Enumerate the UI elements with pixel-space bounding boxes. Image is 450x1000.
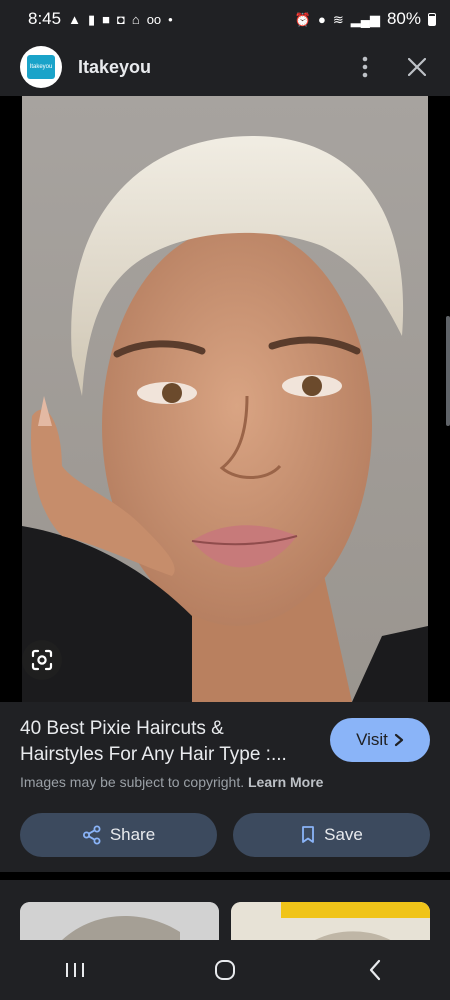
copyright-notice: Images may be subject to copyright. Lear…: [20, 774, 323, 790]
status-bar: 8:45 ▲ ▮ ■ ◘ ⌂ oo • ⏰ ● ≋ ▂▄▆ 80%: [0, 0, 450, 38]
site-logo[interactable]: Itakeyou: [20, 46, 62, 88]
save-button[interactable]: Save: [233, 813, 430, 857]
more-notifications-dot-icon: •: [168, 11, 173, 27]
site-logo-mark: Itakeyou: [27, 55, 55, 79]
related-image-photo: [20, 902, 219, 940]
share-button[interactable]: Share: [20, 813, 217, 857]
location-icon: ●: [317, 11, 326, 27]
save-button-label: Save: [324, 825, 363, 844]
related-image-photo: [231, 902, 430, 940]
source-header: Itakeyou Itakeyou: [0, 38, 450, 96]
google-lens-icon: [31, 649, 53, 671]
bookmark-icon: [302, 826, 315, 843]
more-options-button[interactable]: [350, 47, 380, 87]
home-notification-icon: ⌂: [131, 11, 140, 27]
wifi-icon: ≋: [332, 11, 344, 27]
result-title-line1: 40 Best Pixie Haircuts &: [20, 718, 224, 739]
result-title-line2: Hairstyles For Any Hair Type :...: [20, 744, 287, 765]
status-left: 8:45 ▲ ▮ ■ ◘ ⌂ oo •: [28, 9, 173, 29]
visit-button[interactable]: Visit: [330, 718, 430, 762]
battery-percent: 80%: [386, 9, 421, 28]
battery-icon: [428, 12, 436, 26]
share-button-label: Share: [109, 825, 156, 844]
visit-button-label: Visit: [356, 730, 388, 749]
signal-icon: ▂▄▆: [350, 11, 380, 27]
copyright-text: Images may be subject to copyright.: [20, 774, 245, 790]
related-images-row: [0, 880, 450, 940]
voicemail-icon: oo: [146, 11, 162, 27]
home-button[interactable]: [195, 940, 255, 1000]
notification-icon: ▮: [87, 11, 96, 27]
site-name[interactable]: Itakeyou: [78, 57, 350, 78]
scrollbar-thumb[interactable]: [446, 316, 450, 426]
video-icon: ■: [102, 11, 110, 27]
recents-button[interactable]: [45, 940, 105, 1000]
status-right: ⏰ ● ≋ ▂▄▆ 80%: [295, 9, 436, 29]
home-icon: [215, 960, 235, 980]
learn-more-link[interactable]: Learn More: [248, 774, 323, 790]
chevron-right-icon: [394, 733, 404, 747]
back-icon: [369, 959, 381, 981]
alarm-icon: ⏰: [294, 11, 311, 27]
close-icon: [408, 58, 426, 76]
share-icon: [82, 825, 101, 845]
result-title[interactable]: 40 Best Pixie Haircuts & Hairstyles For …: [20, 716, 320, 768]
close-button[interactable]: [402, 47, 432, 87]
app-icon: ◘: [116, 11, 125, 27]
image-viewer[interactable]: [0, 96, 450, 702]
more-vert-icon: [362, 56, 368, 78]
related-image[interactable]: [231, 902, 430, 940]
portrait-photo: [22, 96, 428, 702]
recents-icon: [66, 963, 84, 977]
google-lens-button[interactable]: [22, 640, 62, 680]
back-button[interactable]: [345, 940, 405, 1000]
related-image[interactable]: [20, 902, 219, 940]
status-time: 8:45: [28, 9, 62, 28]
system-navigation-bar: [0, 940, 450, 1000]
result-details-panel: 40 Best Pixie Haircuts & Hairstyles For …: [0, 702, 450, 872]
navigation-arrow-icon: ▲: [68, 11, 81, 27]
site-logo-text: Itakeyou: [29, 64, 53, 70]
preview-image[interactable]: [22, 96, 428, 702]
